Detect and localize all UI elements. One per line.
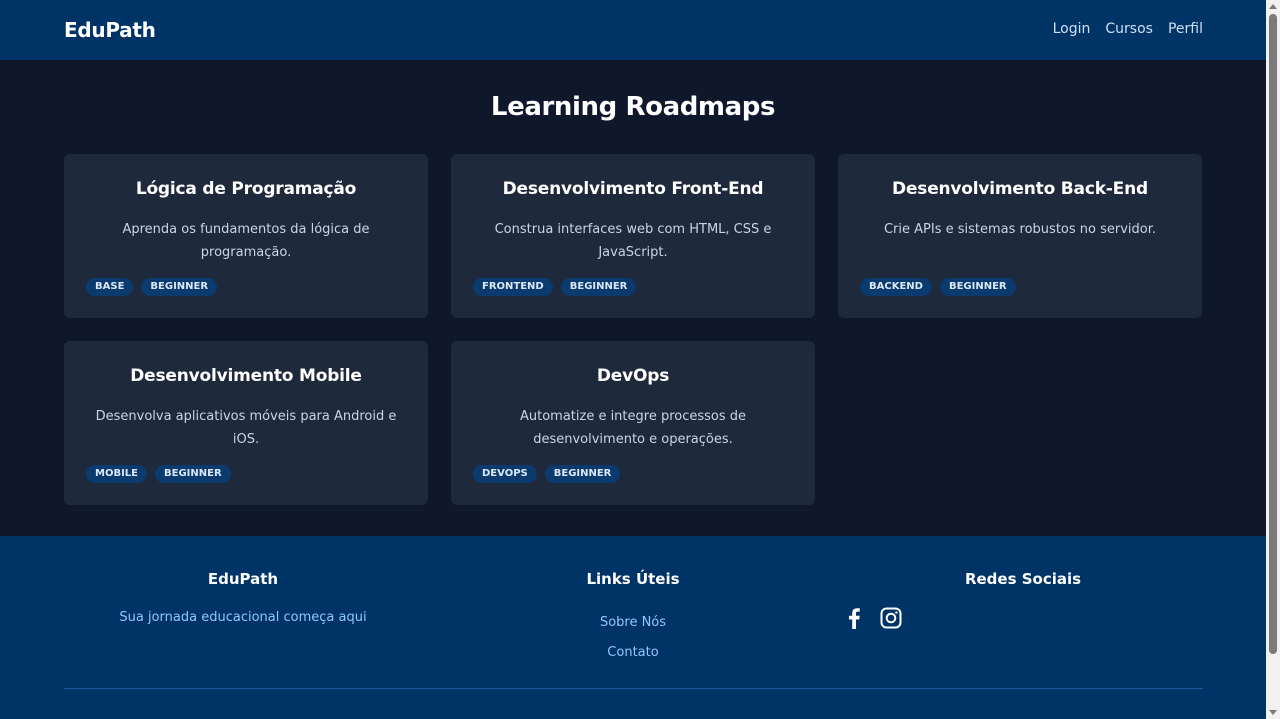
tag-badge: BEGINNER	[544, 465, 621, 483]
nav-link-cursos[interactable]: Cursos	[1105, 21, 1153, 37]
footer-heading: Redes Sociais	[964, 570, 1082, 588]
roadmap-card-mobile[interactable]: Desenvolvimento Mobile Desenvolva aplica…	[64, 341, 428, 505]
tag-badge: DEVOPS	[473, 465, 537, 483]
card-description: Desenvolva aplicativos móveis para Andro…	[95, 409, 397, 447]
card-description: Construa interfaces web com HTML, CSS e …	[494, 222, 772, 260]
scroll-down-arrow-icon[interactable]	[1269, 710, 1277, 715]
footer-heading: EduPath	[207, 570, 279, 588]
top-navbar: EduPath Login Cursos Perfil	[0, 0, 1266, 60]
roadmap-card-frontend[interactable]: Desenvolvimento Front-End Construa inter…	[451, 154, 815, 318]
footer-link-contato[interactable]: Contato	[454, 638, 812, 668]
tag-badge: BEGINNER	[560, 278, 637, 296]
tag-list: MOBILE BEGINNER	[86, 465, 231, 483]
tag-badge: BEGINNER	[141, 278, 218, 296]
scroll-thumb[interactable]	[1269, 14, 1277, 654]
footer-tagline: Sua jornada educacional começa aqui	[119, 610, 367, 625]
roadmap-card-backend[interactable]: Desenvolvimento Back-End Crie APIs e sis…	[838, 154, 1202, 318]
footer-link-sobre[interactable]: Sobre Nós	[454, 608, 812, 638]
footer-links: Links Úteis Sobre Nós Contato	[454, 570, 812, 668]
roadmap-card-devops[interactable]: DevOps Automatize e integre processos de…	[451, 341, 815, 505]
card-description: Automatize e integre processos de desenv…	[519, 409, 747, 447]
footer-social: Redes Sociais	[844, 570, 1202, 588]
brand-logo[interactable]: EduPath	[64, 18, 156, 42]
tag-badge: BACKEND	[860, 278, 932, 296]
card-title: Desenvolvimento Back-End	[892, 179, 1148, 199]
footer-link-list: Sobre Nós Contato	[454, 608, 812, 668]
social-icons	[843, 606, 903, 634]
nav-link-login[interactable]: Login	[1053, 21, 1091, 37]
nav-link-perfil[interactable]: Perfil	[1168, 21, 1203, 37]
facebook-icon[interactable]	[843, 606, 865, 634]
footer-about: EduPath Sua jornada educacional começa a…	[64, 570, 422, 625]
page: EduPath Login Cursos Perfil Learning Roa…	[0, 0, 1280, 719]
instagram-icon[interactable]	[879, 606, 903, 634]
card-title: Desenvolvimento Front-End	[502, 179, 764, 199]
tag-badge: MOBILE	[86, 465, 147, 483]
card-description: Crie APIs e sistemas robustos no servido…	[883, 222, 1157, 237]
tag-list: BASE BEGINNER	[86, 278, 218, 296]
tag-badge: FRONTEND	[473, 278, 553, 296]
card-title: Desenvolvimento Mobile	[130, 366, 362, 386]
main-content: Learning Roadmaps Lógica de Programação …	[0, 60, 1266, 536]
page-title: Learning Roadmaps	[490, 92, 776, 122]
card-title: Lógica de Programação	[135, 179, 357, 199]
main-nav: Login Cursos Perfil	[1053, 21, 1203, 37]
card-title: DevOps	[596, 366, 670, 386]
tag-list: BACKEND BEGINNER	[860, 278, 1016, 296]
tag-badge: BASE	[86, 278, 134, 296]
tag-badge: BEGINNER	[939, 278, 1016, 296]
card-description: Aprenda os fundamentos da lógica de prog…	[122, 222, 370, 260]
footer-divider	[64, 688, 1203, 689]
vertical-scrollbar[interactable]	[1266, 0, 1280, 719]
scroll-up-arrow-icon[interactable]	[1269, 4, 1277, 9]
tag-badge: BEGINNER	[155, 465, 231, 483]
tag-list: FRONTEND BEGINNER	[473, 278, 637, 296]
tag-list: DEVOPS BEGINNER	[473, 465, 621, 483]
roadmap-card-logica[interactable]: Lógica de Programação Aprenda os fundame…	[64, 154, 428, 318]
footer-heading: Links Úteis	[586, 570, 680, 588]
site-footer: EduPath Sua jornada educacional começa a…	[0, 536, 1266, 719]
